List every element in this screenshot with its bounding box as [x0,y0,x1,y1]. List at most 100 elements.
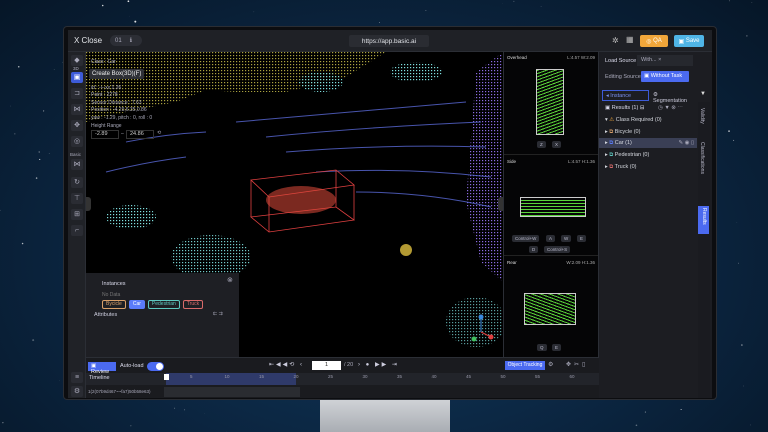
row-actions-icons[interactable]: ✎ ◉ ▯ [679,138,695,148]
cluster-icon[interactable]: ⊞ [71,209,83,220]
no-data-text: No Data [102,292,121,298]
q-button[interactable]: Q [537,344,547,351]
expand-attributes-icon[interactable]: ⇇ ⇉ [213,311,223,317]
overhead-view[interactable]: Overhead L:4.57 W:2.09 Z X [504,52,598,152]
grid-icon[interactable]: ▦ [626,35,634,44]
filter-icon[interactable]: ⊤ [71,193,83,204]
review-button[interactable]: ▣ Review [88,362,116,375]
star [35,177,38,179]
track-row[interactable]: 1(2(07b9d467~~fa7)50b58e63) [86,386,599,398]
rotate-z-button[interactable]: Z [537,141,546,148]
move-icon[interactable]: ✥ [71,120,83,131]
reset-icon[interactable]: ⟲ [157,130,161,136]
create-box-icon[interactable]: ▣ [71,72,83,83]
editing-source-button[interactable]: ▣ Without Task [641,71,689,82]
ctrl-w-button[interactable]: Control+W [512,235,540,242]
playback-controls-next[interactable]: › ● ▶▶ ⇥ [358,361,399,368]
info-icon[interactable]: ℹ [130,37,132,44]
star [38,151,40,153]
results-actions[interactable]: ◷ ▼ ⊗ ⋯ [658,105,683,111]
class-tag-pedestrian[interactable]: Pedestrian [147,300,180,309]
playback-controls[interactable]: ⇤◀◀⟲ ‹ [269,361,304,368]
tree-row-pedestrian[interactable]: ▸ ⧉ Pedestrian (0) [605,150,649,160]
autoload-toggle[interactable] [147,362,164,371]
class-tag-car[interactable]: Car [128,300,145,309]
e-button[interactable]: E [577,235,587,242]
side-title: Side [507,159,517,164]
star [101,4,104,7]
close-button[interactable]: X Close [74,36,102,45]
tree-row-truck[interactable]: ▸ ⧉ Truck (0) [605,162,636,172]
overhead-points [536,69,564,135]
tree-row-class-required[interactable]: ▾ ⚠ Class Required (0) [605,115,662,125]
overhead-title: Overhead [507,55,527,60]
star [743,385,744,387]
side-tab-classifications[interactable]: Classifications [699,142,705,174]
class-tag-bicycle[interactable]: Bycicle [102,300,126,309]
left-toolbar: ◆ 3D ▣ ⊐ ⋈ ✥ ◎ Basic ⋈ ↻ ⊤ ⊞ ⌐ ≡ ⚙ [68,52,86,398]
star [48,153,50,155]
object-tracking-button[interactable]: Object Tracking [505,361,545,370]
star [644,411,646,413]
height-min-input[interactable]: -2.89 [91,130,119,139]
filter-icon[interactable]: ▼ [700,91,706,97]
d-button[interactable]: D [529,246,539,253]
star [0,209,1,212]
save-button[interactable]: ▣ Save [674,35,704,47]
rear-view[interactable]: Rear W:2.09 H:1.36 Q E [504,255,598,357]
point-cloud-canvas[interactable]: Class : Car Create Box(3D)(F) id : -i--x… [86,52,506,357]
list-icon[interactable]: ≡ [71,372,83,383]
ctrl-s-button[interactable]: Control+S [544,246,571,253]
tab-segmentation[interactable]: ⚙ Segmentation [650,90,696,104]
star [21,242,24,245]
timeline-tools-icons[interactable]: ✥✂▯ [566,361,588,368]
class-info: Class : Car [91,59,116,65]
a-button[interactable]: A [546,235,556,242]
class-tag-list: Bycicle Car Pedestrian Truck [102,300,206,309]
bug-icon[interactable]: ✲ [612,36,619,45]
projection-views: Overhead L:4.57 W:2.09 Z X Side L:4.57 H… [503,52,599,357]
star [134,20,137,23]
tree-row-bicycle[interactable]: ▸ ⧉ Bicycle (0) [605,127,640,137]
side-tab-validity[interactable]: Validity [699,108,705,124]
frame-badge[interactable]: 01 ℹ [110,35,142,46]
star [39,158,41,160]
e-rear-button[interactable]: E [552,344,562,351]
frame-input[interactable]: 1 [312,361,341,370]
star [43,110,45,112]
tracking-settings-icon[interactable]: ⚙ [548,361,553,368]
height-max-input[interactable]: 24.86 [126,130,154,139]
star [184,409,186,411]
fit-icon[interactable]: ⋈ [71,104,83,115]
close-icon[interactable]: ⊗ [227,276,233,284]
side-tab-results[interactable]: Results [698,206,709,234]
star [728,130,730,133]
rotate-x-button[interactable]: X [552,141,562,148]
w-button[interactable]: W [561,235,572,242]
car-points [299,72,343,92]
rotate-icon[interactable]: ↻ [71,177,83,188]
tab-instance[interactable]: ◂ Instance [602,90,649,101]
monitor-stand [320,400,450,432]
side-view[interactable]: Side L:4.57 H:1.36 Control+W A W E D Con… [504,154,598,254]
qa-button[interactable]: ◎ QA [640,35,668,47]
cube-icon[interactable]: ◆ [71,55,83,66]
tree-row-car[interactable]: ▸ ⧉ Car (1) ✎ ◉ ▯ [599,138,697,148]
tab-segmentation-label: Segmentation [653,98,687,104]
load-source-select[interactable]: With... × [637,55,693,66]
star [378,22,380,23]
crop-icon[interactable]: ⌐ [71,225,83,236]
ruler-icon[interactable]: ⋈ [71,159,83,170]
top-bar: X Close 01 ℹ https://app.basic.ai ✲ ▦ ◎ Q… [68,30,712,52]
focus-icon[interactable]: ◎ [71,136,83,147]
collapse-left-handle[interactable] [86,197,91,211]
star [745,34,748,37]
rear-title: Rear [507,260,517,265]
class-tag-truck[interactable]: Truck [182,300,204,309]
timeline-playhead[interactable] [164,374,169,380]
timeline-ruler[interactable]: Timeline 5 10 15 20 25 30 35 40 45 50 55 60 [86,373,599,385]
polyline-icon[interactable]: ⊐ [71,88,83,99]
tree-label: Pedestrian (0) [614,152,650,158]
rear-dims: W:2.09 H:1.36 [566,260,595,265]
settings-icon[interactable]: ⚙ [71,386,83,397]
